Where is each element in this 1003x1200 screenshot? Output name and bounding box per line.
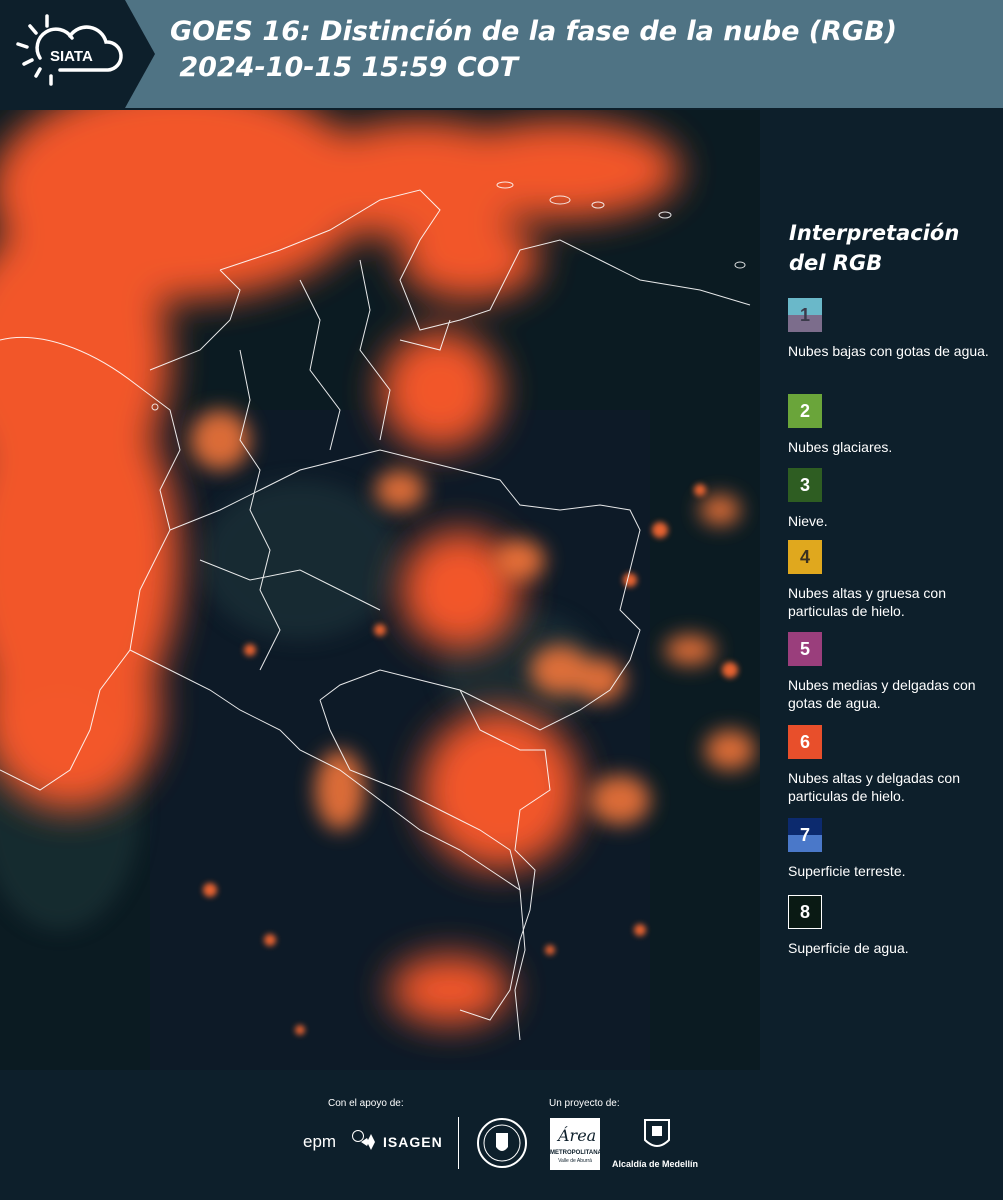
siata-logo: SIATA [0, 0, 155, 108]
legend-item: 3 Nieve. [788, 468, 1003, 530]
legend-number: 3 [799, 474, 810, 495]
legend-item: 5 Nubes medias y delgadas con gotas de a… [788, 632, 1003, 712]
epm-logo: epm [303, 1132, 337, 1151]
area-logo-subtext: METROPOLITANA [550, 1150, 602, 1156]
isagen-logo-icon [361, 1134, 375, 1150]
header-bar: SIATA GOES 16: Distinción de la fase de … [0, 0, 1003, 108]
legend-item: 8 Superficie de agua. [788, 895, 1003, 957]
legend-swatch: 5 [788, 632, 822, 666]
legend-label: Nieve. [788, 513, 828, 529]
legend-panel: Interpretación del RGB 1 Nubes bajas con… [760, 110, 1003, 1070]
area-logo-text: Área [558, 1126, 597, 1145]
legend-label: Nubes glaciares. [788, 439, 893, 455]
siata-logo-text: SIATA [50, 48, 93, 65]
legend-item: 2 Nubes glaciares. [788, 394, 1003, 456]
legend-swatch: 1 [788, 298, 822, 332]
legend-number: 6 [799, 731, 810, 752]
legend-number: 5 [799, 638, 810, 659]
support-label: Con el apoyo de: [328, 1098, 404, 1109]
legend-label: Superficie terreste. [788, 863, 906, 879]
satellite-map [0, 110, 760, 1070]
footer: Con el apoyo de: Un proyecto de: epm ISA… [0, 1070, 1003, 1200]
legend-label: Nubes altas y gruesa con particulas de h… [788, 585, 946, 619]
legend-label: Nubes bajas con gotas de agua. [788, 343, 989, 359]
alcaldia-shield-icon [644, 1119, 670, 1147]
page-title: GOES 16: Distinción de la fase de la nub… [170, 16, 897, 83]
legend-item: 6 Nubes altas y delgadas con particulas … [788, 725, 1003, 805]
isagen-logo: ISAGEN [383, 1134, 443, 1150]
legend-label: Nubes medias y delgadas con gotas de agu… [788, 677, 976, 711]
footer-divider [458, 1117, 459, 1169]
siata-logo-icon: SIATA [0, 0, 155, 108]
legend-number: 4 [799, 546, 810, 567]
satellite-map-image [0, 110, 760, 1070]
legend-swatch: 3 [788, 468, 822, 502]
legend-swatch: 2 [788, 394, 822, 428]
legend-number: 7 [799, 824, 810, 845]
legend-swatch: 4 [788, 540, 822, 574]
legend-item: 1 Nubes bajas con gotas de agua. [788, 298, 1003, 360]
alcaldia-logo-text: Alcaldía de Medellín [612, 1159, 699, 1169]
legend-swatch: 8 [788, 895, 822, 929]
legend-number: 8 [799, 901, 810, 922]
legend-title: Interpretación del RGB [789, 221, 960, 275]
legend-item: 7 Superficie terreste. [788, 818, 1003, 880]
legend-number: 2 [799, 400, 810, 421]
legend-number: 1 [799, 304, 810, 325]
legend-label: Superficie de agua. [788, 940, 909, 956]
project-label: Un proyecto de: [549, 1098, 620, 1109]
legend-swatch: 6 [788, 725, 822, 759]
legend-item: 4 Nubes altas y gruesa con particulas de… [788, 540, 1003, 620]
area-logo-subtext2: Valle de Aburrá [558, 1158, 592, 1164]
seal-logo-icon [477, 1118, 527, 1168]
legend-label: Nubes altas y delgadas con particulas de… [788, 770, 960, 804]
legend-swatch: 7 [788, 818, 822, 852]
area-metropolitana-logo: Área METROPOLITANA Valle de Aburrá [550, 1118, 602, 1170]
